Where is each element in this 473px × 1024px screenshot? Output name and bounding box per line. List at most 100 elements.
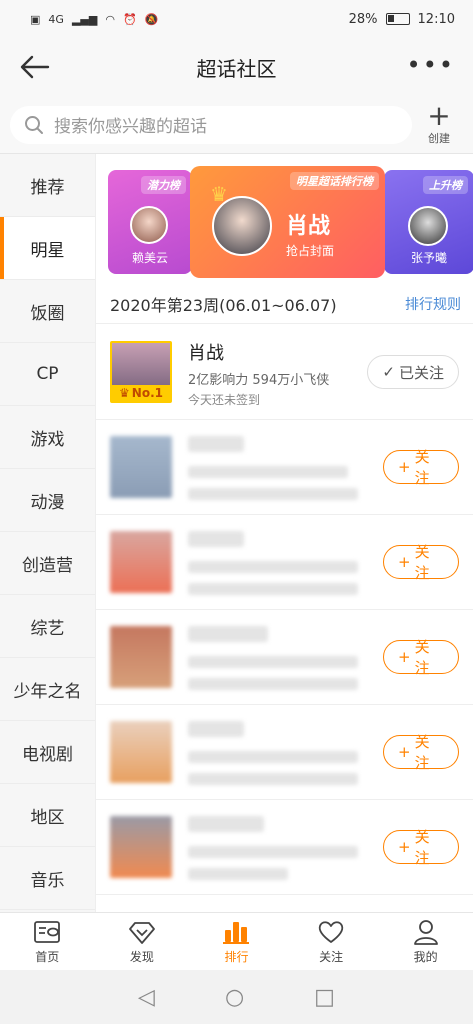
sidebar-item-recommend[interactable]: 推荐 [0, 154, 95, 217]
system-back-icon[interactable]: ◁ [138, 985, 155, 1010]
topic-stats: 2亿影响力 594万小飞侠 [188, 373, 330, 388]
avatar [130, 206, 168, 244]
topic-thumbnail [110, 531, 172, 593]
list-item[interactable]: + 关注 [96, 800, 473, 895]
sidebar-item-label: 动漫 [30, 492, 65, 513]
list-item[interactable]: + 关注 [96, 515, 473, 610]
create-label: 创建 [428, 132, 450, 145]
sim-icon: ▣ [30, 12, 41, 26]
rank-badge: ♛ No.1 [112, 385, 170, 401]
mute-icon: 🔕 [144, 12, 159, 26]
blurred-text [188, 626, 268, 642]
plus-icon: + [427, 99, 451, 132]
system-home-icon[interactable]: ○ [225, 985, 244, 1010]
sidebar-item-tv-drama[interactable]: 电视剧 [0, 721, 95, 784]
follow-button[interactable]: + 关注 [383, 828, 459, 867]
back-arrow-icon[interactable] [18, 50, 52, 84]
banner-tag: 上升榜 [423, 176, 468, 194]
sidebar-item-label: 地区 [30, 807, 65, 828]
avatar [408, 206, 448, 246]
signal-icon: ▂▄▆ [71, 12, 98, 26]
follow-button[interactable]: + 关注 [383, 448, 459, 487]
search-placeholder: 搜索你感兴趣的超话 [54, 117, 207, 137]
sidebar-item-games[interactable]: 游戏 [0, 406, 95, 469]
followed-button[interactable]: ✓ 已关注 [367, 355, 459, 389]
search-icon [24, 115, 44, 135]
follow-label: 关注 [414, 448, 430, 487]
heart-icon [318, 921, 344, 943]
sidebar-item-anime[interactable]: 动漫 [0, 469, 95, 532]
main-content: 潜力榜 赖美云 上升榜 张予曦 明星超话排行榜 ♛ 肖战 抢占封面 2020年第… [96, 154, 473, 912]
sidebar-item-variety[interactable]: 综艺 [0, 595, 95, 658]
tab-label: 我的 [413, 950, 438, 964]
list-item[interactable]: + 关注 [96, 705, 473, 800]
ranking-bars-icon [223, 922, 250, 944]
follow-label: 关注 [414, 828, 430, 867]
list-item[interactable]: ♛ No.1 肖战 2亿影响力 594万小飞侠 今天还未签到 ✓ 已关注 [96, 325, 473, 420]
avatar [212, 196, 272, 256]
sidebar-item-fandom[interactable]: 饭圈 [0, 280, 95, 343]
banner-tag: 潜力榜 [141, 176, 186, 194]
sidebar-item-label: 少年之名 [13, 681, 82, 702]
blurred-text [188, 721, 244, 737]
bottom-tab-bar: 首页 发现 排行 关注 我的 [0, 912, 473, 970]
status-right: 28% 12:10 [349, 12, 455, 27]
diamond-icon [128, 922, 155, 944]
status-bar: ▣ 4G ▂▄▆ ◠ ⏰ 🔕 28% 12:10 [0, 0, 473, 38]
system-recents-icon[interactable]: □ [314, 985, 335, 1010]
tab-home[interactable]: 首页 [0, 913, 95, 970]
sidebar-item-region[interactable]: 地区 [0, 784, 95, 847]
star-chart-banner[interactable]: 明星超话排行榜 ♛ 肖战 抢占封面 [190, 166, 385, 278]
rising-chart-banner[interactable]: 上升榜 张予曦 [384, 170, 473, 274]
plus-icon: + [398, 648, 411, 666]
clock: 12:10 [417, 11, 455, 27]
sidebar-item-produce-camp[interactable]: 创造营 [0, 532, 95, 595]
blurred-text [188, 488, 358, 500]
rank-label: No.1 [131, 386, 163, 400]
ranking-rules-link[interactable]: 排行规则 [405, 294, 461, 314]
topic-thumbnail [110, 816, 172, 878]
plus-icon: + [398, 458, 411, 476]
follow-label: 关注 [414, 638, 430, 677]
list-item[interactable]: + 关注 [96, 610, 473, 705]
tab-me[interactable]: 我的 [378, 913, 473, 970]
list-item[interactable]: + 关注 [96, 420, 473, 515]
tab-label: 首页 [35, 950, 60, 964]
blurred-text [188, 436, 244, 452]
create-button[interactable]: + 创建 [419, 102, 459, 146]
follow-button[interactable]: + 关注 [383, 543, 459, 582]
more-options-icon[interactable]: ••• [407, 50, 455, 80]
sidebar-item-cp[interactable]: CP [0, 343, 95, 406]
search-input[interactable]: 搜索你感兴趣的超话 [10, 105, 412, 144]
sidebar-item-label: 推荐 [30, 177, 65, 198]
tab-ranking[interactable]: 排行 [189, 913, 284, 970]
topic-thumbnail: ♛ No.1 [110, 341, 172, 403]
blurred-text [188, 678, 358, 690]
home-icon [34, 921, 61, 943]
blurred-text [188, 531, 244, 547]
battery-percent: 28% [348, 11, 378, 27]
follow-button[interactable]: + 关注 [383, 638, 459, 677]
follow-button[interactable]: + 关注 [383, 733, 459, 772]
blurred-text [188, 656, 358, 668]
potential-chart-banner[interactable]: 潜力榜 赖美云 [108, 170, 192, 274]
tab-follow[interactable]: 关注 [284, 913, 379, 970]
sidebar-item-youth[interactable]: 少年之名 [0, 658, 95, 721]
tab-discover[interactable]: 发现 [95, 913, 190, 970]
banner-name: 赖美云 [131, 251, 168, 265]
week-header: 2020年第23周(06.01~06.07) 排行规则 [96, 284, 473, 324]
sidebar-item-label: 电视剧 [22, 744, 73, 765]
banner-tag: 明星超话排行榜 [290, 172, 379, 190]
blurred-text [188, 466, 348, 478]
check-icon: ✓ [382, 363, 395, 381]
banner-name: 张予曦 [410, 251, 447, 265]
ranking-banners: 潜力榜 赖美云 上升榜 张予曦 明星超话排行榜 ♛ 肖战 抢占封面 [96, 166, 473, 284]
sidebar-item-label: 综艺 [30, 618, 65, 639]
topic-thumbnail [110, 436, 172, 498]
sidebar-item-label: 明星 [30, 240, 65, 261]
blurred-text [188, 773, 358, 785]
follow-label: 关注 [414, 543, 430, 582]
sidebar-item-stars[interactable]: 明星 [0, 217, 95, 280]
system-nav-bar: ◁ ○ □ [0, 970, 473, 1024]
sidebar-item-music[interactable]: 音乐 [0, 847, 95, 910]
